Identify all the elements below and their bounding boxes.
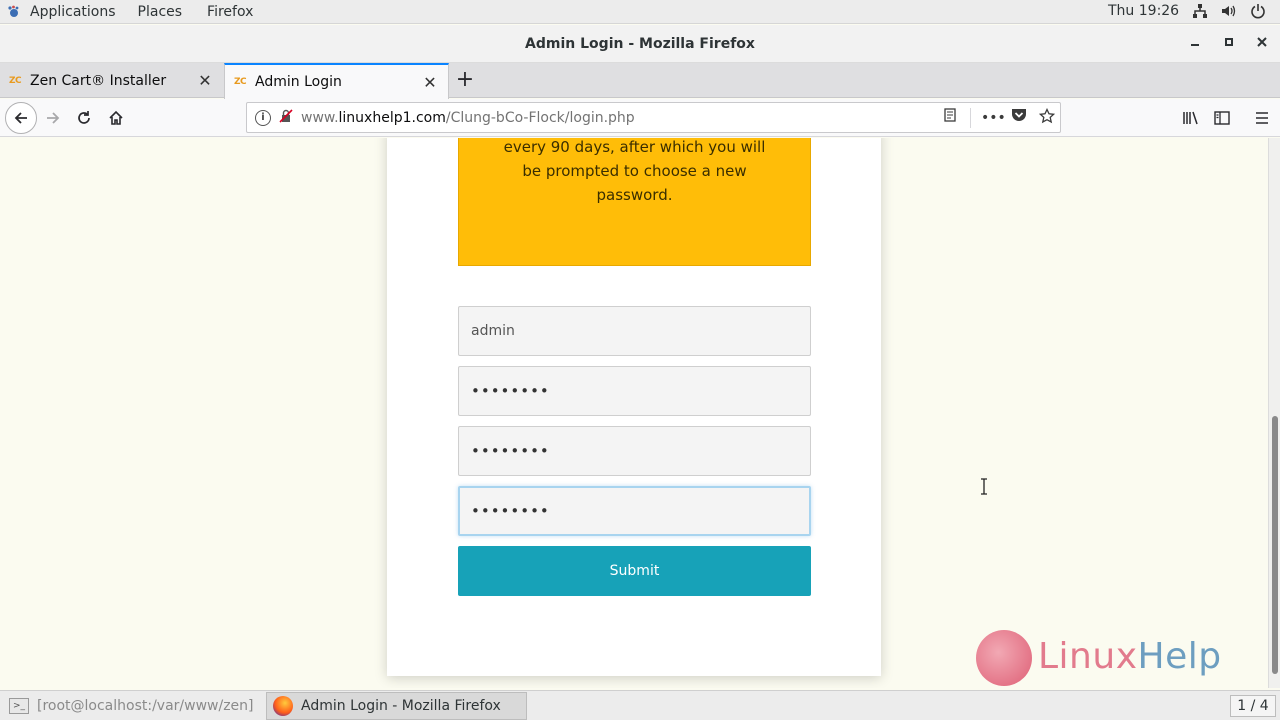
url-bar[interactable]: i www.linuxhelp1.com/Clung-bCo-Flock/log… [246,102,1061,133]
zen-cart-favicon-icon: ZC [234,77,247,87]
volume-icon[interactable] [1220,3,1236,23]
close-tab-icon[interactable]: ✕ [195,71,215,90]
window-title: Admin Login - Mozilla Firefox [525,36,755,52]
firefox-icon [273,696,293,716]
tab-strip: ZC Zen Cart® Installer ✕ ZC Admin Login … [0,63,1280,99]
vertical-scrollbar[interactable] [1268,138,1280,688]
gnome-top-bar: Applications Places Firefox Thu 19:26 [0,0,1280,24]
home-button[interactable] [103,105,129,131]
maximize-button[interactable] [1220,35,1238,53]
tab-label: Zen Cart® Installer [30,72,167,89]
site-info-icon[interactable]: i [255,109,271,126]
navigation-toolbar: i www.linuxhelp1.com/Clung-bCo-Flock/log… [0,99,1280,137]
admin-password-field[interactable]: •••••••• [458,366,811,416]
page-actions-icon[interactable]: ••• [981,108,1006,128]
places-menu[interactable]: Places [127,0,194,24]
linuxhelp-watermark-logo: LinuxHelp [976,628,1236,688]
applications-menu[interactable]: Applications [0,0,127,24]
tab-label: Admin Login [255,74,342,90]
hamburger-menu-icon[interactable] [1249,105,1275,131]
network-icon[interactable] [1192,3,1208,23]
new-password-field[interactable]: •••••••• [458,426,811,476]
close-tab-icon[interactable]: ✕ [420,73,440,92]
firefox-app-menu[interactable]: Firefox [193,0,264,24]
gnome-foot-icon [7,5,21,19]
minimize-button[interactable] [1186,35,1204,53]
workspace-indicator[interactable]: 1 / 4 [1230,695,1276,717]
forward-button[interactable] [40,105,66,131]
submit-button[interactable]: Submit [458,546,811,596]
window-title-bar: Admin Login - Mozilla Firefox [0,25,1280,63]
terminal-icon: >_ [9,698,29,714]
taskbar-firefox-item[interactable]: Admin Login - Mozilla Firefox [266,692,527,720]
applications-label: Applications [30,3,116,20]
bottom-taskbar: >_ [root@localhost:/var/www/zen] Admin L… [0,690,1280,720]
linuxhelp-penguin-icon [976,630,1032,686]
url-bar-separator [970,108,971,128]
new-tab-button[interactable]: + [452,67,478,93]
tab-admin-login[interactable]: ZC Admin Login ✕ [224,63,449,99]
page-content: every 90 days, after which you will be p… [0,138,1268,688]
login-card: every 90 days, after which you will be p… [387,138,881,676]
close-window-button[interactable] [1253,35,1271,53]
zen-cart-favicon-icon: ZC [9,75,22,86]
sidebar-toggle-icon[interactable] [1209,105,1235,131]
reader-view-icon[interactable] [940,108,960,128]
firefox-task-label: Admin Login - Mozilla Firefox [301,698,501,714]
password-expiry-notice: every 90 days, after which you will be p… [458,138,811,266]
text-cursor-icon [980,478,988,495]
reload-button[interactable] [71,105,97,131]
scrollbar-thumb[interactable] [1272,416,1278,674]
power-icon[interactable] [1250,3,1266,23]
terminal-task-label: [root@localhost:/var/www/zen] [37,698,254,714]
taskbar-terminal-item[interactable]: >_ [root@localhost:/var/www/zen] [3,692,261,720]
clock[interactable]: Thu 19:26 [1108,3,1179,19]
notice-text: every 90 days, after which you will be p… [503,138,766,204]
library-icon[interactable] [1178,105,1204,131]
insecure-connection-icon[interactable] [279,108,293,127]
url-text[interactable]: www.linuxhelp1.com/Clung-bCo-Flock/login… [301,110,635,126]
bookmark-star-icon[interactable] [1037,107,1057,128]
tab-zen-cart-installer[interactable]: ZC Zen Cart® Installer ✕ [0,63,223,98]
admin-username-field[interactable]: admin [458,306,811,356]
back-button[interactable] [5,102,37,134]
pocket-icon[interactable] [1009,108,1029,128]
confirm-password-field[interactable]: •••••••• [458,486,811,536]
